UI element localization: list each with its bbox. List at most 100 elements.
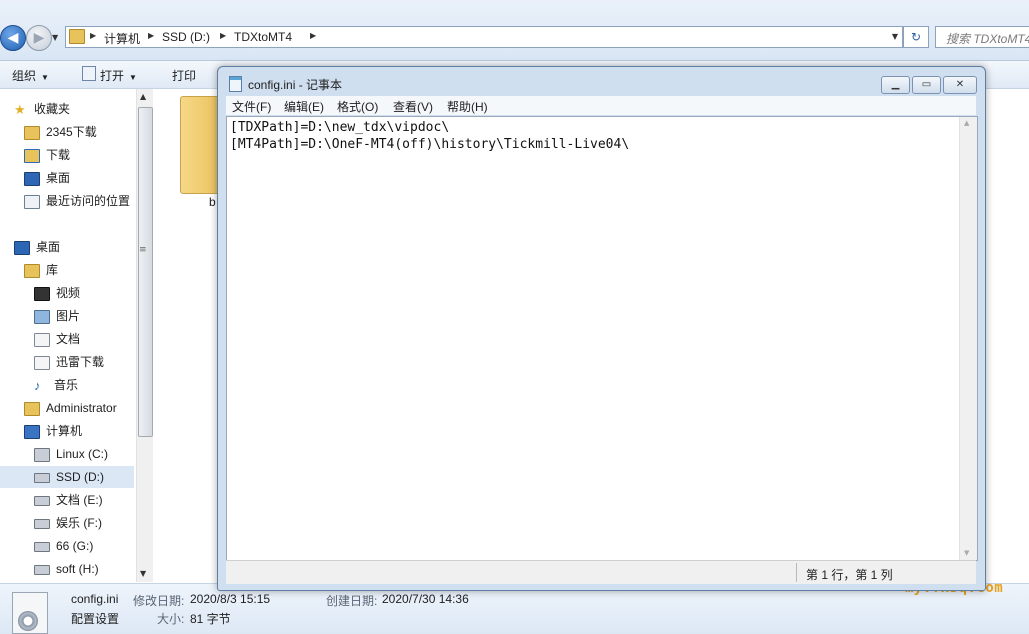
folder-label[interactable]: b bbox=[209, 195, 216, 209]
close-button[interactable]: ✕ bbox=[943, 76, 977, 94]
maximize-button[interactable]: ▭ bbox=[912, 76, 941, 94]
open-button[interactable]: 打开 ▼ bbox=[100, 67, 137, 84]
menu-view[interactable]: 查看(V) bbox=[393, 98, 433, 115]
sidebar-item-drive-c[interactable]: Linux (C:) bbox=[34, 443, 108, 465]
desktop-icon bbox=[24, 171, 40, 186]
details-file-type: 配置设置 bbox=[71, 612, 120, 626]
forward-button[interactable]: ▶ bbox=[26, 25, 52, 51]
sidebar-item-label: 库 bbox=[46, 263, 59, 277]
sidebar-item-downloads[interactable]: 下载 bbox=[24, 144, 70, 166]
text-line: [TDXPath]=D:\new_tdx\vipdoc\ bbox=[230, 120, 450, 135]
recent-pages-dropdown-icon[interactable]: ▼ bbox=[52, 33, 58, 42]
sidebar-item-documents[interactable]: 文档 bbox=[34, 328, 80, 350]
folder-icon[interactable] bbox=[180, 96, 222, 194]
sidebar-item-label: 迅雷下载 bbox=[56, 355, 105, 369]
download-folder-icon bbox=[34, 355, 50, 370]
sidebar-item-drive-f[interactable]: 娱乐 (F:) bbox=[34, 512, 102, 534]
sidebar-item-label: 收藏夹 bbox=[34, 102, 71, 116]
forward-arrow-icon: ▶ bbox=[33, 30, 45, 46]
chevron-down-icon: ▼ bbox=[129, 73, 137, 82]
details-created-value: 2020/7/30 14:36 bbox=[382, 592, 469, 606]
notepad-window[interactable]: config.ini - 记事本 ▁ ▭ ✕ 文件(F) 编辑(E) 格式(O)… bbox=[217, 66, 986, 591]
details-size-label: 大小: bbox=[157, 612, 185, 626]
sidebar-item-pictures[interactable]: 图片 bbox=[34, 305, 80, 327]
sidebar-item-drive-e[interactable]: 文档 (E:) bbox=[34, 489, 103, 511]
sidebar-item-label: 图片 bbox=[56, 309, 81, 323]
system-drive-icon bbox=[34, 447, 50, 462]
sidebar-item-label: 66 (G:) bbox=[56, 539, 94, 553]
sidebar-item-favorites[interactable]: ★ 收藏夹 bbox=[14, 98, 70, 120]
menu-help[interactable]: 帮助(H) bbox=[447, 98, 488, 115]
pictures-icon bbox=[34, 309, 50, 324]
details-file-name: config.ini bbox=[71, 592, 119, 606]
libraries-icon bbox=[24, 263, 40, 278]
scrollbar-thumb[interactable] bbox=[138, 107, 153, 437]
sidebar-item-drive-g[interactable]: 66 (G:) bbox=[34, 535, 93, 557]
drive-icon bbox=[34, 541, 50, 552]
sidebar-item-drive-d[interactable]: SSD (D:) bbox=[0, 466, 134, 488]
downloads-folder-icon bbox=[24, 148, 40, 163]
folder-icon bbox=[24, 125, 40, 140]
menu-edit[interactable]: 编辑(E) bbox=[284, 98, 324, 115]
menu-file[interactable]: 文件(F) bbox=[232, 98, 271, 115]
status-divider bbox=[796, 563, 797, 582]
minimize-icon: ▁ bbox=[891, 79, 900, 90]
breadcrumb-ssd[interactable]: SSD (D:) bbox=[162, 30, 210, 44]
notepad-icon bbox=[229, 76, 242, 92]
documents-icon bbox=[34, 332, 50, 347]
gear-icon bbox=[18, 611, 38, 631]
scrollbar-grip-icon: ≡ bbox=[139, 245, 147, 255]
recent-places-icon bbox=[24, 194, 40, 209]
scroll-up-icon[interactable]: ▲ bbox=[140, 92, 146, 101]
scroll-down-icon[interactable]: ▼ bbox=[964, 549, 969, 557]
sidebar-item-xunlei-downloads[interactable]: 迅雷下载 bbox=[34, 351, 104, 373]
open-file-icon bbox=[82, 66, 96, 81]
menu-bar: 文件(F) 编辑(E) 格式(O) 查看(V) 帮助(H) bbox=[226, 96, 976, 115]
sidebar-item-computer[interactable]: 计算机 bbox=[24, 420, 82, 442]
minimize-button[interactable]: ▁ bbox=[881, 76, 910, 94]
menu-format[interactable]: 格式(O) bbox=[337, 98, 378, 115]
navigation-scrollbar[interactable]: ▲ ≡ ▼ bbox=[136, 89, 153, 582]
scroll-down-icon[interactable]: ▼ bbox=[140, 569, 146, 578]
refresh-icon: ↻ bbox=[910, 30, 922, 44]
computer-icon bbox=[24, 424, 40, 439]
sidebar-item-drive-h[interactable]: soft (H:) bbox=[34, 558, 99, 580]
search-input[interactable]: 搜索 TDXtoMT4 bbox=[935, 26, 1029, 48]
address-bar[interactable]: ▶ 计算机 ▶ SSD (D:) ▶ TDXtoMT4 ▶ ▼ bbox=[65, 26, 903, 48]
refresh-button[interactable]: ↻ bbox=[903, 26, 929, 48]
editor-vertical-scrollbar[interactable]: ▲ ▼ bbox=[959, 117, 977, 560]
explorer-address-toolbar: ◀ ▶ ▼ ▶ 计算机 ▶ SSD (D:) ▶ TDXtoMT4 ▶ ▼ ↻ … bbox=[0, 0, 1029, 61]
sidebar-item-label: 文档 (E:) bbox=[56, 493, 103, 507]
sidebar-item-music[interactable]: ♪ 音乐 bbox=[34, 374, 78, 396]
video-icon bbox=[34, 286, 50, 301]
sidebar-item-desktop[interactable]: 桌面 bbox=[14, 236, 60, 258]
maximize-icon: ▭ bbox=[921, 79, 932, 90]
cursor-position: 第 1 行，第 1 列 bbox=[806, 568, 893, 582]
sidebar-item-label: 视频 bbox=[56, 286, 81, 300]
drive-icon bbox=[34, 518, 50, 529]
sidebar-item-label: SSD (D:) bbox=[56, 470, 104, 484]
breadcrumb-computer[interactable]: 计算机 bbox=[104, 30, 140, 47]
sidebar-item-libraries[interactable]: 库 bbox=[24, 259, 58, 281]
user-folder-icon bbox=[24, 401, 40, 416]
details-modified-value: 2020/8/3 15:15 bbox=[190, 592, 271, 606]
organize-label: 组织 bbox=[12, 69, 37, 83]
sidebar-item-videos[interactable]: 视频 bbox=[34, 282, 80, 304]
navigation-pane: ★ 收藏夹 2345下载 下载 桌面 最近访问的位置 桌面 库 视频 图片 文档 … bbox=[0, 89, 153, 582]
sidebar-item-desktop-fav[interactable]: 桌面 bbox=[24, 167, 70, 189]
sidebar-item-label: Linux (C:) bbox=[56, 447, 109, 461]
text-editor-area[interactable]: [TDXPath]=D:\new_tdx\vipdoc\ [MT4Path]=D… bbox=[226, 116, 978, 561]
print-button[interactable]: 打印 bbox=[172, 67, 196, 84]
organize-button[interactable]: 组织 ▼ bbox=[12, 67, 49, 84]
sidebar-item-2345-downloads[interactable]: 2345下载 bbox=[24, 121, 97, 143]
scroll-up-icon[interactable]: ▲ bbox=[964, 119, 969, 127]
sidebar-item-administrator[interactable]: Administrator bbox=[24, 397, 117, 419]
breadcrumb-tdxtomt4[interactable]: TDXtoMT4 bbox=[234, 30, 292, 44]
back-button[interactable]: ◀ bbox=[0, 25, 26, 51]
details-size-value: 81 字节 bbox=[190, 612, 231, 626]
address-dropdown-icon[interactable]: ▼ bbox=[892, 32, 898, 41]
breadcrumb-separator-icon: ▶ bbox=[148, 31, 155, 40]
sidebar-item-recent-places[interactable]: 最近访问的位置 bbox=[24, 190, 130, 212]
desktop-icon bbox=[14, 240, 30, 255]
open-label: 打开 bbox=[100, 69, 125, 83]
